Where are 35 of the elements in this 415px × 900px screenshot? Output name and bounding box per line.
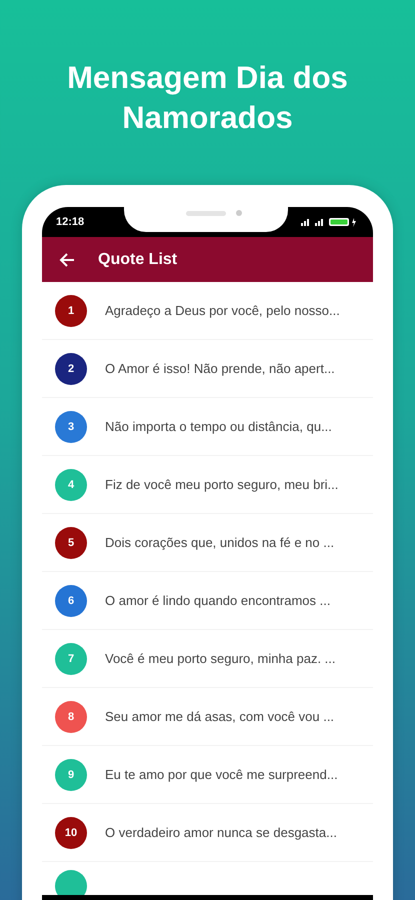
- quote-item[interactable]: 8 Seu amor me dá asas, com você vou ...: [42, 688, 373, 745]
- quote-item[interactable]: 7 Você é meu porto seguro, minha paz. ...: [42, 630, 373, 687]
- quote-text: Seu amor me dá asas, com você vou ...: [105, 709, 334, 724]
- number-badge: 3: [55, 410, 87, 442]
- quote-text: Fiz de você meu porto seguro, meu bri...: [105, 477, 338, 492]
- quote-text: Você é meu porto seguro, minha paz. ...: [105, 651, 336, 666]
- quote-text: O amor é lindo quando encontramos ...: [105, 593, 330, 608]
- quote-item[interactable]: 6 O amor é lindo quando encontramos ...: [42, 572, 373, 629]
- app-bar-title: Quote List: [98, 250, 178, 268]
- back-arrow-icon[interactable]: [58, 250, 76, 268]
- number-badge: 5: [55, 526, 87, 558]
- quote-item[interactable]: 1 Agradeço a Deus por você, pelo nosso...: [42, 282, 373, 339]
- number-badge: 10: [55, 816, 87, 848]
- quote-text: Agradeço a Deus por você, pelo nosso...: [105, 303, 340, 318]
- quote-item[interactable]: 4 Fiz de você meu porto seguro, meu bri...: [42, 456, 373, 513]
- quote-text: Eu te amo por que você me surpreend...: [105, 767, 338, 782]
- quote-item[interactable]: 9 Eu te amo por que você me surpreend...: [42, 746, 373, 803]
- quote-text: O Amor é isso! Não prende, não apert...: [105, 361, 335, 376]
- quote-item[interactable]: 3 Não importa o tempo ou distância, qu...: [42, 398, 373, 455]
- signal-battery-icon: [299, 217, 359, 227]
- number-badge: 4: [55, 468, 87, 500]
- quote-text: O verdadeiro amor nunca se desgasta...: [105, 825, 337, 840]
- headline: Mensagem Dia dos Namorados: [66, 59, 349, 137]
- number-badge: 6: [55, 584, 87, 616]
- quote-text: Dois corações que, unidos na fé e no ...: [105, 535, 334, 550]
- quote-item[interactable]: 10 O verdadeiro amor nunca se desgasta...: [42, 804, 373, 861]
- status-time: 12:18: [56, 216, 84, 228]
- number-badge: 7: [55, 642, 87, 674]
- quote-text: Não importa o tempo ou distância, qu...: [105, 419, 332, 434]
- number-badge: 8: [55, 700, 87, 732]
- number-badge: 2: [55, 352, 87, 384]
- quote-item[interactable]: 2 O Amor é isso! Não prende, não apert...: [42, 340, 373, 397]
- number-badge: 9: [55, 758, 87, 790]
- quote-item[interactable]: 5 Dois corações que, unidos na fé e no ...: [42, 514, 373, 571]
- number-badge: 1: [55, 294, 87, 326]
